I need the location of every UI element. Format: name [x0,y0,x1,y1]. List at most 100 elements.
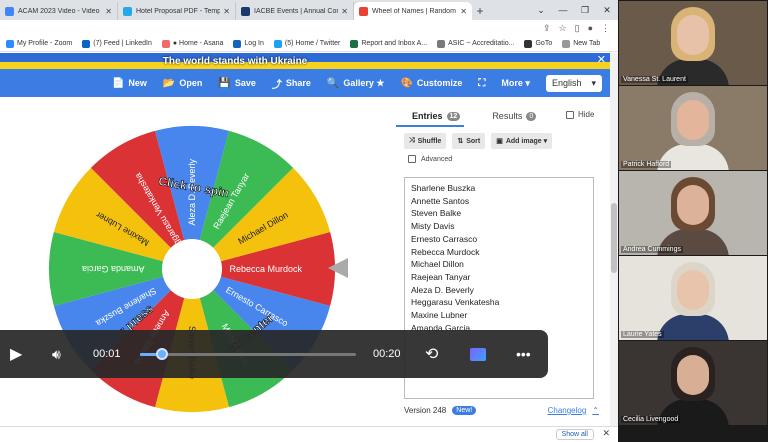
entry-line: Raejean Tanyar [411,271,471,282]
advanced-checkbox[interactable] [408,155,416,163]
participant-tile[interactable]: Patrick Hafford [619,86,767,170]
bookmark-item[interactable]: GoTo [524,39,553,48]
entry-tools: ⤨ Shuffle ⇅ Sort ▣ Add image ▾ [404,133,553,149]
add-image-button[interactable]: ▣ Add image ▾ [491,133,553,149]
save-button[interactable]: 💾 Save [218,78,255,89]
share-button[interactable]: ⤴ Share [272,76,311,91]
tab-title: ACAM 2023 Video - Video [18,7,100,15]
play-button[interactable]: ▶ [10,330,22,378]
close-icon[interactable]: ✕ [602,428,610,439]
shuffle-button[interactable]: ⤨ Shuffle [404,133,447,149]
sidepanel-icon[interactable]: ▯ [575,23,580,34]
bookmark-icon [437,39,446,48]
wheel-segment-label: Amanda Garcia [82,264,145,274]
tab-entries[interactable]: Entries 12 [396,111,476,121]
bookmark-icon [562,39,571,48]
advanced-toggle[interactable]: Advanced [408,155,452,163]
participant-name: Andrea Cummings [621,246,683,253]
new-tab-button[interactable]: + [472,2,488,20]
bookmark-label: GoTo [535,40,553,47]
bookmark-item[interactable]: (5) Home / Twitter [273,39,340,48]
wheel-hub[interactable] [162,239,222,299]
close-icon[interactable]: ✕ [596,5,618,16]
open-button[interactable]: 📂 Open [163,78,202,89]
browser-tab-active[interactable]: Wheel of Names | Random n ✕ [354,2,472,20]
advanced-label: Advanced [421,155,453,163]
browser-tab[interactable]: IACBE Events | Annual Confe ✕ [236,2,354,20]
seek-handle[interactable] [155,348,168,360]
play-icon: ▶ [10,346,23,363]
tab-results[interactable]: Results 0 [476,111,552,121]
customize-button[interactable]: 🎨 Customize [400,78,462,89]
more-button[interactable]: More ▾ [501,78,530,89]
share-label: Share [285,78,311,88]
clipchamp-button[interactable] [470,330,486,378]
bookmark-item[interactable]: My Profile - Zoom [6,39,73,48]
bookmark-label: (7) Feed | LinkedIn [93,40,152,47]
bookmark-label: My Profile - Zoom [17,40,73,47]
changelog-label: Changelog [547,406,587,415]
close-icon[interactable]: ✕ [597,53,606,66]
profile-icon[interactable]: ● [588,23,593,33]
minimize-icon[interactable]: — [552,5,574,15]
bookmark-item[interactable]: ASIC ~ Accreditatio... [437,39,515,48]
hide-toggle[interactable]: Hide [566,110,594,119]
sort-button[interactable]: ⇅ Sort [452,133,486,149]
share-icon[interactable]: ⇪ [543,23,551,34]
star-icon[interactable]: ☆ [559,23,567,34]
new-button[interactable]: 📄 New [112,78,147,89]
entry-line: Misty Davis [411,221,455,232]
participant-name: Patrick Hafford [621,161,672,168]
sort-icon: ⇅ [457,138,464,145]
chevron-up-icon: ⌃ [592,406,599,415]
bookmark-item[interactable]: (7) Feed | LinkedIn [82,39,152,48]
bookmark-item[interactable]: Log In [233,39,264,48]
download-bar: Show all ✕ [0,426,618,442]
bookmarks-bar: My Profile - Zoom (7) Feed | LinkedIn ● Ho… [0,36,618,52]
tab-title: Hotel Proposal PDF - Templa [136,7,221,15]
page-scrollbar[interactable] [610,53,618,442]
bookmark-label: ASIC ~ Accreditatio... [448,40,515,47]
close-icon[interactable]: ✕ [341,7,348,16]
entry-line: Aleza D. Beverly [411,284,474,295]
bookmark-label: Log In [244,40,264,47]
participant-tile[interactable]: Laurie Yates [619,256,767,340]
kebab-menu-icon[interactable]: ⋮ [601,23,610,34]
clipchamp-icon [470,347,486,361]
bookmark-item[interactable]: ● Home - Asana [161,39,223,48]
browser-tab[interactable]: ACAM 2023 Video - Video ✕ [0,2,118,20]
entry-line: Maxine Lubner [411,310,468,321]
maximize-icon[interactable]: ❐ [574,5,596,16]
entries-count-badge: 12 [446,111,461,121]
scrollbar-thumb[interactable] [611,203,617,273]
add-image-label: Add image ▾ [505,138,548,145]
language-select[interactable]: English ▾ [545,74,602,92]
duration: 00:20 [373,348,401,360]
seek-bar[interactable] [140,348,356,360]
shuffle-label: Shuffle [417,137,442,145]
browser-tab[interactable]: Hotel Proposal PDF - Templa ✕ [118,2,236,20]
gallery-button[interactable]: 🔍 Gallery ★ [327,78,385,89]
participant-tile[interactable]: Vanessa St. Laurent [619,1,767,85]
chevron-down-icon: ▾ [591,77,596,88]
loop-button[interactable]: ⟲ [425,330,438,378]
participant-tile[interactable]: Andrea Cummings [619,171,767,255]
bookmark-icon [233,39,242,48]
bookmark-icon [273,39,282,48]
bookmark-item[interactable]: New Tab [562,39,600,48]
more-options-button[interactable]: ••• [516,330,531,378]
changelog-link[interactable]: Changelog ⌃ [548,406,599,415]
close-icon[interactable]: ✕ [223,7,230,16]
participant-tile[interactable]: Cecilia Livengood [619,341,767,425]
close-icon[interactable]: ✕ [105,7,112,16]
fullscreen-button[interactable]: ⛶ [478,78,485,89]
close-icon[interactable]: ✕ [460,7,467,16]
fullscreen-icon: ⛶ [478,77,486,89]
chevron-down-icon[interactable]: ⌄ [530,5,552,16]
app-toolbar: 📄 New 📂 Open 💾 Save ⤴ Share 🔍 Gallery ★ 🎨 Cust… [0,69,610,97]
show-all-button[interactable]: Show all [555,429,594,440]
volume-button[interactable]: 🔊︎ [52,330,61,378]
banner-text: The world stands with Ukraine [162,55,308,67]
bookmark-item[interactable]: Report and Inbox A... [350,39,427,48]
hide-checkbox[interactable] [566,110,574,119]
